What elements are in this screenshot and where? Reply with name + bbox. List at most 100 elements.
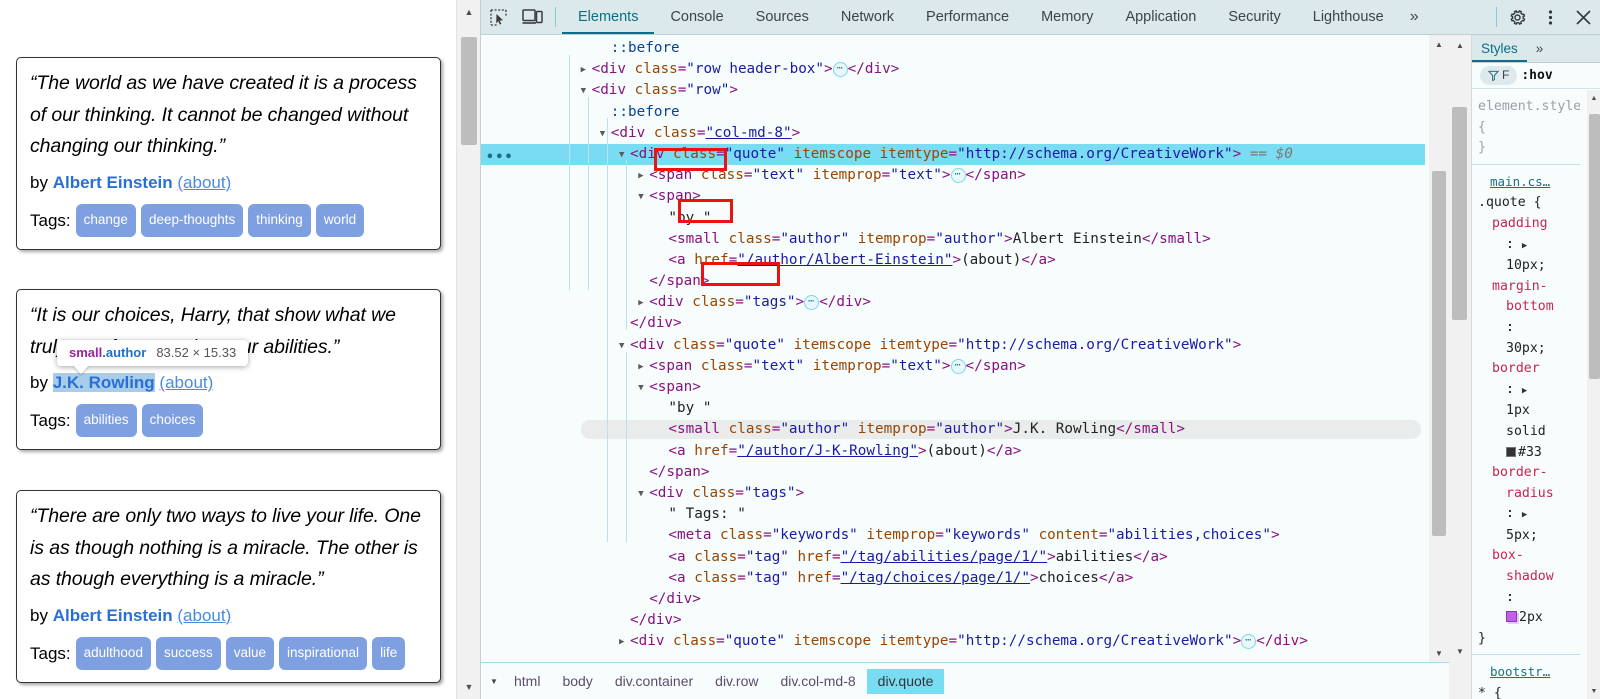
dom-tree-lines[interactable]: ▶::before▶<div class="row header-box">⋯<… (481, 35, 1425, 662)
tab-lighthouse[interactable]: Lighthouse (1297, 0, 1400, 34)
rule-selector[interactable]: .quote { (1478, 193, 1580, 214)
styles-more-tabs-icon[interactable]: » (1527, 35, 1553, 62)
styles-scrollbar-thumb[interactable] (1589, 114, 1600, 379)
dom-tree-line[interactable]: ▼ <div class="quote" itemscope itemtype="… (481, 335, 1425, 356)
collapse-arrow-icon[interactable]: ▼ (619, 336, 630, 357)
styles-left-scrollbar-thumb[interactable] (1452, 107, 1467, 320)
dom-tree-line[interactable]: ▶::before (481, 38, 1425, 59)
expand-shorthand-icon[interactable]: ▶ (1522, 386, 1527, 396)
dom-tree-line[interactable]: ▶ <span class="text" itemprop="text"> ⋯ </s… (481, 356, 1425, 377)
scroll-up-arrow-icon[interactable]: ▲ (1429, 36, 1449, 52)
collapse-arrow-icon[interactable]: ▼ (619, 145, 630, 166)
tag-link[interactable]: deep-thoughts (140, 203, 244, 237)
tab-memory[interactable]: Memory (1025, 0, 1109, 34)
breadcrumb[interactable]: ▼ html body div.container div.row div.co… (481, 662, 1449, 699)
dom-tree-line[interactable]: ▼ <div class="row"> (481, 80, 1425, 101)
stylesheet-source-link-2[interactable]: bootstr… (1490, 664, 1550, 679)
dom-tree-line[interactable]: ▼ <div class="col-md-8"> (481, 123, 1425, 144)
css-value-box-shadow[interactable]: 2px (1519, 610, 1543, 625)
dom-tree-line[interactable]: ▶</div> (481, 313, 1425, 334)
force-hover-state-button[interactable]: :hov (1521, 68, 1552, 83)
css-property-box-shadow-a[interactable]: box- (1492, 548, 1524, 563)
dom-tree-line[interactable]: ▶"by " (481, 208, 1425, 229)
css-value-border-style[interactable]: solid (1506, 424, 1546, 439)
tag-link[interactable]: life (372, 636, 406, 670)
tag-link[interactable]: inspirational (279, 636, 368, 670)
css-value-padding[interactable]: 10px; (1506, 258, 1546, 273)
breadcrumb-item-col-md-8[interactable]: div.col-md-8 (769, 669, 866, 694)
expand-arrow-icon[interactable]: ▶ (638, 293, 649, 314)
dom-tree-scrollbar[interactable]: ▲ ▼ (1429, 35, 1449, 662)
css-property-border[interactable]: border (1492, 361, 1540, 376)
expand-shorthand-icon[interactable]: ▶ (1522, 241, 1527, 251)
tab-console[interactable]: Console (654, 0, 739, 34)
dom-tree-line[interactable]: ▼ <div class="tags"> (481, 483, 1425, 504)
css-value-border-width[interactable]: 1px (1506, 403, 1530, 418)
dom-tree-line[interactable]: ▶<meta class="keywords" itemprop="keywor… (481, 525, 1425, 546)
expand-arrow-icon[interactable]: ▶ (619, 632, 630, 653)
scroll-down-arrow-icon[interactable]: ▼ (1587, 684, 1600, 698)
close-icon[interactable] (1567, 0, 1600, 34)
css-property-box-shadow-b[interactable]: shadow (1506, 569, 1554, 584)
tag-link[interactable]: choices (141, 404, 204, 437)
breadcrumb-item-container[interactable]: div.container (604, 669, 704, 694)
collapse-arrow-icon[interactable]: ▼ (638, 484, 649, 505)
dom-tree-line[interactable]: ▶ <div class="quote" itemscope itemtype="… (481, 631, 1425, 652)
dom-tree-line[interactable]: ▶<a href="/author/Albert-Einstein">(abou… (481, 250, 1425, 271)
dom-tree-line[interactable]: ▶</div> (481, 610, 1425, 631)
dom-tree-line[interactable]: ▶" Tags: " (481, 504, 1425, 525)
tag-link[interactable]: abilities (75, 404, 137, 437)
dom-tree-line[interactable]: ▶<a class="tag" href="/tag/abilities/pag… (481, 547, 1425, 568)
dom-tree-line[interactable]: ▶::before (481, 102, 1425, 123)
page-scrollbar-thumb[interactable] (461, 37, 477, 145)
tag-link[interactable]: value (225, 636, 275, 670)
dom-tree-panel[interactable]: ▶::before▶<div class="row header-box">⋯<… (481, 35, 1449, 662)
collapse-arrow-icon[interactable]: ▼ (638, 378, 649, 399)
dom-tree-line[interactable]: ▶<small class="author" itemprop="author"… (481, 419, 1425, 440)
expand-shorthand-icon[interactable]: ▶ (1522, 510, 1527, 520)
dom-tree-line[interactable]: ▶ <span class="text" itemprop="text"> ⋯ </s… (481, 165, 1425, 186)
color-swatch[interactable] (1506, 446, 1516, 457)
tab-network[interactable]: Network (825, 0, 910, 34)
styles-panel-left-scrollbar[interactable]: ▲ ▼ (1449, 35, 1471, 699)
dom-tree-line[interactable]: ▶<a class="tag" href="/tag/choices/page/… (481, 568, 1425, 589)
dom-tree-line[interactable]: ▶<small class="author" itemprop="author"… (481, 229, 1425, 250)
shadow-swatch-icon[interactable] (1506, 611, 1517, 623)
stylesheet-source-link[interactable]: main.cs… (1490, 174, 1550, 189)
scroll-up-arrow-icon[interactable]: ▲ (457, 2, 481, 22)
tag-link[interactable]: adulthood (75, 636, 151, 670)
css-property-margin-bottom-a[interactable]: margin- (1492, 279, 1548, 294)
dom-scrollbar-thumb[interactable] (1432, 171, 1446, 536)
dom-tree-line[interactable]: ▶</div> (481, 589, 1425, 610)
settings-gear-icon[interactable] (1501, 0, 1534, 34)
scroll-down-arrow-icon[interactable]: ▼ (457, 677, 481, 697)
dom-tree-line[interactable]: ▶ <div class="row header-box"> ⋯ </div> (481, 59, 1425, 80)
dom-tree-line[interactable]: ▼ <span> (481, 186, 1425, 207)
styles-filter-input[interactable]: F (1480, 66, 1518, 85)
breadcrumb-item-quote[interactable]: div.quote (866, 668, 945, 694)
scroll-up-arrow-icon[interactable]: ▲ (1587, 91, 1600, 105)
collapse-arrow-icon[interactable]: ▼ (600, 124, 611, 145)
css-property-margin-bottom-b[interactable]: bottom (1506, 299, 1554, 314)
css-property-padding[interactable]: padding (1492, 216, 1548, 231)
author-about-link[interactable]: (about) (159, 373, 213, 392)
breadcrumb-scroll-icon[interactable]: ▼ (485, 677, 503, 686)
tab-security[interactable]: Security (1212, 0, 1296, 34)
css-property-border-radius-a[interactable]: border- (1492, 465, 1548, 480)
styles-rules-list[interactable]: element.style { } main.cs… .quote { padd… (1472, 90, 1580, 699)
expand-arrow-icon[interactable]: ▶ (638, 357, 649, 378)
breadcrumb-item-row[interactable]: div.row (704, 669, 769, 694)
collapse-arrow-icon[interactable]: ▼ (638, 187, 649, 208)
expand-arrow-icon[interactable]: ▶ (581, 60, 592, 81)
tab-sources[interactable]: Sources (740, 0, 825, 34)
tag-link[interactable]: thinking (248, 203, 311, 237)
breadcrumb-item-body[interactable]: body (551, 669, 603, 694)
device-toolbar-icon[interactable] (515, 0, 549, 34)
rule-selector-2[interactable]: * { (1478, 684, 1580, 699)
tab-performance[interactable]: Performance (910, 0, 1025, 34)
author-about-link[interactable]: (about) (177, 173, 231, 192)
tab-elements[interactable]: Elements (562, 0, 654, 34)
styles-panel-scrollbar[interactable]: ▲ ▼ (1587, 90, 1600, 699)
scroll-down-arrow-icon[interactable]: ▼ (1429, 645, 1449, 661)
more-tabs-chevron-icon[interactable]: » (1400, 0, 1429, 34)
